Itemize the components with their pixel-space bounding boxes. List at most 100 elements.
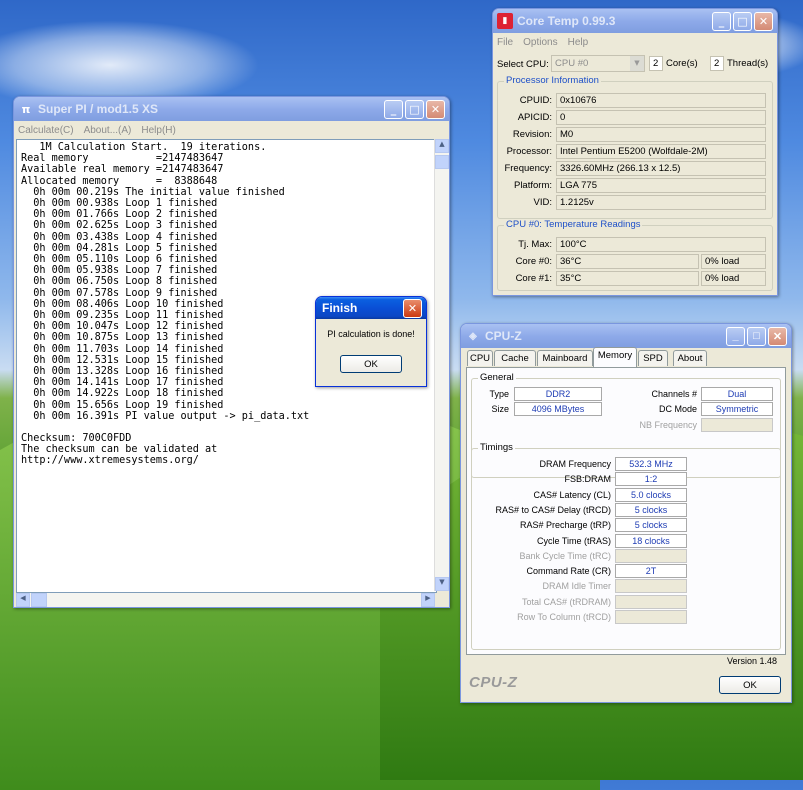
output-line: 0h 00m 05.938s Loop 7 finished bbox=[21, 265, 218, 277]
processor-info-title: Processor Information bbox=[504, 75, 601, 86]
output-line: 0h 00m 01.766s Loop 2 finished bbox=[21, 209, 218, 221]
tab-memory[interactable]: Memory bbox=[593, 347, 637, 367]
maximize-icon: □ bbox=[737, 14, 748, 28]
cpuz-window: ◈ CPU-Z _ □ ✕ CPU Cache Mainboard Memory… bbox=[460, 323, 792, 703]
output-line: 0h 00m 05.110s Loop 6 finished bbox=[21, 254, 218, 266]
minimize-button[interactable]: _ bbox=[726, 326, 745, 346]
info-label: Platform: bbox=[513, 180, 552, 191]
cpuz-tab-panel: General Type DDR2 Size 4096 MBytes Chann… bbox=[466, 367, 786, 655]
output-line: 0h 00m 00.219s The initial value finishe… bbox=[21, 186, 285, 198]
output-line: 0h 00m 00.938s Loop 1 finished bbox=[21, 198, 218, 210]
close-button[interactable]: ✕ bbox=[768, 326, 787, 346]
dcmode-label: DC Mode bbox=[658, 404, 697, 414]
superpi-title: Super PI / mod1.5 XS bbox=[38, 102, 159, 116]
scroll-thumb[interactable] bbox=[435, 155, 449, 169]
select-cpu-label: Select CPU: bbox=[497, 59, 549, 70]
output-line: Allocated memory = 8388648 bbox=[21, 175, 218, 187]
maximize-button[interactable]: □ bbox=[733, 11, 752, 31]
output-line: The checksum can be validated at bbox=[21, 444, 218, 456]
close-icon: ✕ bbox=[407, 301, 418, 315]
scroll-up-button[interactable]: ▲ bbox=[435, 139, 449, 153]
timing-value: 5 clocks bbox=[615, 518, 687, 533]
output-line: 0h 00m 06.750s Loop 8 finished bbox=[21, 276, 218, 288]
horizontal-scrollbar[interactable]: ◀ ▶ bbox=[16, 593, 435, 607]
threads-label: Thread(s) bbox=[727, 58, 769, 69]
menu-options[interactable]: Options bbox=[523, 37, 557, 48]
timing-value: 5 clocks bbox=[615, 502, 687, 517]
scroll-h-thumb[interactable] bbox=[31, 593, 47, 607]
coretemp-titlebar[interactable]: ▮ Core Temp 0.99.3 _ □ ✕ bbox=[493, 9, 777, 33]
tab-spd[interactable]: SPD bbox=[638, 350, 668, 366]
scroll-right-button[interactable]: ▶ bbox=[421, 593, 435, 607]
menu-about[interactable]: About...(A) bbox=[84, 125, 132, 136]
info-label: CPUID: bbox=[519, 95, 552, 106]
minimize-icon: _ bbox=[732, 330, 739, 342]
info-value: 1.2125v bbox=[556, 195, 766, 210]
cpuz-ok-button[interactable]: OK bbox=[719, 676, 781, 694]
threads-count: 2 bbox=[710, 56, 724, 71]
cpuz-brand-logo: CPU-Z bbox=[469, 674, 518, 691]
info-value: 3326.60MHz (266.13 x 12.5) bbox=[556, 161, 766, 176]
core0-load: 0% load bbox=[701, 254, 766, 269]
timing-value: 532.3 MHz bbox=[615, 457, 687, 471]
minimize-button[interactable]: _ bbox=[712, 11, 731, 31]
info-value: Intel Pentium E5200 (Wolfdale-2M) bbox=[556, 144, 766, 159]
vertical-scrollbar[interactable]: ▲ ▼ bbox=[434, 139, 449, 591]
timing-label: DRAM Idle Timer bbox=[542, 581, 611, 592]
info-label: APICID: bbox=[517, 112, 552, 123]
tab-cache[interactable]: Cache bbox=[494, 350, 536, 366]
superpi-titlebar[interactable]: π Super PI / mod1.5 XS _ □ ✕ bbox=[14, 97, 449, 121]
timing-label: CAS# Latency (CL) bbox=[533, 489, 611, 500]
info-label: VID: bbox=[533, 197, 552, 208]
finish-ok-button[interactable]: OK bbox=[340, 355, 402, 373]
maximize-icon: □ bbox=[753, 330, 760, 342]
timing-label: DRAM Frequency bbox=[539, 459, 611, 469]
size-value: 4096 MBytes bbox=[514, 402, 602, 416]
cpuz-app-icon: ◈ bbox=[469, 330, 477, 342]
maximize-button[interactable]: □ bbox=[405, 99, 424, 119]
finish-close-button[interactable]: ✕ bbox=[403, 298, 422, 318]
coretemp-title: Core Temp 0.99.3 bbox=[517, 14, 616, 28]
timing-label: RAS# to CAS# Delay (tRCD) bbox=[495, 504, 611, 515]
select-cpu-value: CPU #0 bbox=[555, 58, 589, 69]
output-line: 1M Calculation Start. 19 iterations. bbox=[21, 142, 267, 153]
close-button[interactable]: ✕ bbox=[426, 99, 445, 119]
scroll-down-button[interactable]: ▼ bbox=[435, 577, 449, 591]
superpi-menubar: Calculate(C) About...(A) Help(H) bbox=[14, 121, 449, 139]
info-value: M0 bbox=[556, 127, 766, 142]
cpuz-version: Version 1.48 bbox=[726, 656, 777, 666]
size-label: Size bbox=[491, 404, 509, 414]
select-cpu-dropdown[interactable]: CPU #0 ▼ bbox=[551, 55, 645, 72]
menu-file[interactable]: File bbox=[497, 37, 513, 48]
finish-titlebar[interactable]: Finish ✕ bbox=[316, 297, 426, 319]
core1-load: 0% load bbox=[701, 271, 766, 286]
tjmax-value: 100°C bbox=[556, 237, 766, 252]
menu-help[interactable]: Help bbox=[568, 37, 589, 48]
info-label: Revision: bbox=[512, 129, 552, 140]
output-line: Available real memory =2147483647 bbox=[21, 164, 224, 176]
core1-temp: 35°C bbox=[556, 271, 699, 286]
tab-about[interactable]: About bbox=[673, 350, 707, 366]
tab-cpu[interactable]: CPU bbox=[467, 350, 493, 366]
timing-value bbox=[615, 579, 687, 594]
output-line: Real memory =2147483647 bbox=[21, 153, 224, 165]
coretemp-window: ▮ Core Temp 0.99.3 _ □ ✕ File Options He… bbox=[492, 8, 778, 296]
channels-label: Channels # bbox=[651, 389, 697, 399]
maximize-button[interactable]: □ bbox=[747, 326, 766, 346]
finish-message: PI calculation is done! bbox=[327, 329, 415, 339]
menu-calculate[interactable]: Calculate(C) bbox=[18, 125, 74, 136]
cores-count: 2 bbox=[649, 56, 663, 71]
cpuz-titlebar[interactable]: ◈ CPU-Z _ □ ✕ bbox=[461, 324, 791, 348]
scroll-left-button[interactable]: ◀ bbox=[16, 593, 30, 607]
close-icon: ✕ bbox=[430, 102, 441, 116]
close-button[interactable]: ✕ bbox=[754, 11, 773, 31]
timing-value bbox=[615, 610, 687, 624]
core1-label: Core #1: bbox=[515, 273, 552, 284]
menu-help[interactable]: Help(H) bbox=[141, 125, 175, 136]
maximize-icon: □ bbox=[409, 102, 420, 116]
tab-mainboard[interactable]: Mainboard bbox=[537, 350, 593, 366]
minimize-button[interactable]: _ bbox=[384, 99, 403, 119]
output-line: 0h 00m 16.391s PI value output -> pi_dat… bbox=[21, 410, 310, 422]
info-value: 0x10676 bbox=[556, 93, 766, 108]
close-icon: ✕ bbox=[758, 14, 769, 28]
